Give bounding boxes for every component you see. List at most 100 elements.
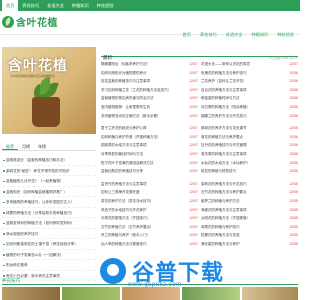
article-row[interactable]: 室内植物推荐：让家里更有生机 12/07	[101, 103, 198, 112]
article-title[interactable]: 如何利用阳光为植物提供养分	[101, 69, 188, 78]
article-row[interactable]: 太阳花的种植方法（扦插繁殖） 12/05	[201, 214, 298, 223]
list-item-link[interactable]: 阳台种花推荐	[2, 260, 96, 271]
article-title[interactable]: 富贵竹的养殖方法与注意事项	[101, 180, 188, 189]
article-row[interactable]: 蝴蝶兰的养护方法与开花技巧 12/06	[201, 112, 298, 121]
ranking-tab[interactable]: 月榜	[18, 143, 34, 150]
ranking-tab[interactable]: 年榜	[34, 143, 50, 150]
top-nav-tab[interactable]: 花语大全	[43, 0, 68, 11]
article-row[interactable]: 富贵竹的养殖方法与注意事项 12/07	[101, 180, 198, 189]
article-title[interactable]: 郁金香的种植时间与方法	[201, 94, 288, 103]
top-nav-tab[interactable]: 种花经验	[93, 0, 118, 11]
list-item-link[interactable]: 盆栽知识（如何种植盆栽植物好看？）	[2, 187, 96, 197]
article-title[interactable]: 海棠花的养殖方法与注意事项	[201, 206, 288, 215]
article-row[interactable]: 绣球花的养护方法与花色调节 12/06	[201, 124, 298, 133]
article-title[interactable]: 兰花养护（如何让兰花开花）	[201, 77, 288, 86]
article-row[interactable]: 紫罗兰的种植与养护方法 12/05	[201, 197, 298, 206]
thumbnail-image[interactable]	[242, 287, 298, 300]
main-nav-item[interactable]: 种花经验	[277, 32, 294, 38]
article-row[interactable]: 海棠花的养殖方法与注意事项 12/05	[201, 206, 298, 215]
article-row[interactable]: 桃花的种植与修剪技巧 12/06	[201, 167, 298, 176]
article-title[interactable]: 盆栽杜鹃花的养殖技巧分享	[101, 167, 188, 176]
article-title[interactable]: 栀子花叶子发黄的原因及解决方法	[101, 159, 188, 168]
article-row[interactable]: 石竹花的种植方法与养护要点 12/05	[201, 188, 298, 197]
list-item-link[interactable]: 盆栽发财树的种植方法（如何养好发财树）	[2, 218, 96, 229]
banner-image[interactable]: 含叶花植 分享养花种花经验与花卉植物知识	[2, 47, 96, 134]
article-row[interactable]: 牡丹花的养殖技巧与开花管理 12/06	[201, 141, 298, 150]
article-row[interactable]: 学习如何种植兰花（兰花的种植方法及技巧） 12/07	[101, 86, 198, 95]
article-row[interactable]: 文竹的养殖方法（文竹养护要点） 12/07	[101, 223, 198, 232]
article-title[interactable]: 学习如何种植兰花（兰花的种植方法及技巧）	[101, 86, 188, 95]
article-title[interactable]: 茉莉花的养殖方法与开花技巧	[201, 180, 288, 189]
main-nav-item[interactable]: 花语大全	[226, 32, 243, 38]
article-row[interactable]: 茶花的养护方法（茶花浇水技巧） 12/07	[101, 197, 198, 206]
top-nav-tab[interactable]: 养花技巧	[18, 0, 43, 11]
main-nav-item[interactable]: 首页	[183, 32, 191, 38]
thumbnail-image[interactable]	[182, 287, 240, 300]
article-title[interactable]: 吊兰的种植与养护（新手入门）	[101, 231, 188, 240]
article-title[interactable]: 盆栽植物的常见病虫害与防治方法	[101, 94, 188, 103]
article-title[interactable]: 水仙花的水培方法（水仙养护）	[201, 159, 288, 168]
article-title[interactable]: 绣球花的养护方法与花色调节	[201, 124, 288, 133]
article-row[interactable]: 如何让三角梅开花更旺盛 12/07	[101, 188, 198, 197]
article-title[interactable]: 室内植物推荐：让家里更有生机	[101, 103, 188, 112]
article-row[interactable]: 仙人掌的种植方法与繁殖技巧 12/07	[101, 240, 198, 249]
list-item-link[interactable]: 盆栽植物几月开花？（一起养植物）	[2, 176, 96, 187]
thumbnail-image[interactable]	[62, 287, 120, 300]
thumbnail-image[interactable]	[2, 287, 60, 300]
article-row[interactable]: 菊花的种植方法与养护要点 12/06	[201, 133, 298, 142]
article-row[interactable]: 桔梗花的养殖方法与花语 12/05	[201, 231, 298, 240]
list-item-link[interactable]: 滴水观音的养护技巧	[2, 229, 96, 239]
article-title[interactable]: 鸢尾花的种植与养护技巧	[201, 223, 288, 232]
article-row[interactable]: 盆栽杜鹃花的养殖技巧分享 12/07	[101, 167, 198, 176]
article-row[interactable]: 君子兰开花的秘诀与养护心得 12/07	[101, 124, 198, 133]
article-row[interactable]: 风信子的水培技巧与开花养护 12/07	[101, 206, 198, 215]
list-item-link[interactable]: 如何判断茉莉花的土壤干湿（养花经验分享）	[2, 239, 96, 250]
article-title[interactable]: 花语大全——带你认识花的寓意	[201, 60, 288, 69]
list-item-link[interactable]: 多肉植物的养殖技巧，让你秒变园艺达人！	[2, 197, 96, 208]
article-title[interactable]: 牡丹花的养殖技巧与开花管理	[201, 141, 288, 150]
list-item-link[interactable]: 盆栽旅游业（盆栽的种植技巧和办法）	[2, 155, 96, 166]
article-title[interactable]: 如何让三角梅开花更旺盛	[101, 188, 188, 197]
article-title[interactable]: 桂花盆栽的种植技巧与注意事项	[101, 77, 188, 86]
article-row[interactable]: 桂花盆栽的种植技巧与注意事项 12/07	[101, 77, 198, 86]
article-title[interactable]: 隔墙要阳台（仙客来养护方法）	[101, 60, 188, 69]
article-row[interactable]: 满天星的种植方法与养护 12/05	[201, 240, 298, 249]
article-row[interactable]: 盆栽植物的常见病虫害与防治方法 12/07	[101, 94, 198, 103]
article-row[interactable]: 如何种植与养护芦荟（芦荟种植方法） 12/07	[101, 133, 198, 142]
article-row[interactable]: 郁金香的种植时间与方法 12/06	[201, 94, 298, 103]
article-title[interactable]: 君子兰开花的秘诀与养护心得	[101, 124, 188, 133]
article-row[interactable]: 铜钱草的水培方法与注意事项 12/07	[101, 141, 198, 150]
article-title[interactable]: 铜钱草的水培方法与注意事项	[101, 141, 188, 150]
article-title[interactable]: 石竹花的种植方法与养护要点	[201, 188, 288, 197]
article-title[interactable]: 满天星的种植方法与养护	[201, 240, 288, 249]
ranking-tab[interactable]: 推荐	[2, 143, 18, 150]
article-row[interactable]: 兰花养护（如何让兰花开花） 12/06	[201, 77, 298, 86]
article-title[interactable]: 紫罗兰的种植与养护方法	[201, 197, 288, 206]
article-row[interactable]: 水仙花的水培方法（水仙养护） 12/06	[201, 159, 298, 168]
thumbnail-image[interactable]	[122, 287, 180, 300]
main-nav-item[interactable]: 种植知识	[251, 32, 268, 38]
article-title[interactable]: 如何种植与养护芦荟（芦荟种植方法）	[101, 133, 188, 142]
site-logo[interactable]: 含叶花植	[2, 14, 58, 29]
article-row[interactable]: 百合花的养殖方法与注意事项 12/06	[201, 86, 298, 95]
main-nav-item[interactable]: 养花技巧	[200, 32, 217, 38]
article-title[interactable]: 百合花的养殖方法与注意事项	[201, 86, 288, 95]
article-row[interactable]: 薰衣草的种植方法与注意事项 12/06	[201, 150, 298, 159]
list-item-link[interactable]: 绿萝的养殖方法（分享给新手的种植技巧）	[2, 208, 96, 218]
article-row[interactable]: 栀子花叶子发黄的原因及解决方法 12/07	[101, 159, 198, 168]
top-nav-tab[interactable]: 首页	[2, 0, 19, 11]
article-title[interactable]: 文竹的养殖方法（文竹养护要点）	[101, 223, 188, 232]
article-title[interactable]: 多肉植物浇水的正确方法（新手必看）	[101, 112, 188, 121]
article-title[interactable]: 茶花的养护方法（茶花浇水技巧）	[101, 197, 188, 206]
article-title[interactable]: 蝴蝶兰的养护方法与开花技巧	[201, 112, 288, 121]
article-title[interactable]: 菊花的种植方法与养护要点	[201, 133, 288, 142]
article-title[interactable]: 薰衣草的种植方法与注意事项	[201, 150, 288, 159]
article-row[interactable]: 长寿花的繁殖方法（扦插技巧） 12/07	[101, 214, 198, 223]
article-row[interactable]: 玫瑰花的种植方法与养护技巧 12/06	[201, 69, 298, 78]
article-row[interactable]: 隔墙要阳台（仙客来养护方法） 12/07	[101, 60, 198, 69]
list-item-link[interactable]: 植物的叶子发黄怎么办（一招解决）	[2, 250, 96, 260]
article-title[interactable]: 桔梗花的养殖方法与花语	[201, 231, 288, 240]
article-title[interactable]: 仙人掌的种植方法与繁殖技巧	[101, 240, 188, 249]
article-title[interactable]: 长寿花的繁殖方法（扦插技巧）	[101, 214, 188, 223]
article-row[interactable]: 多肉植物浇水的正确方法（新手必看） 12/07	[101, 112, 198, 121]
